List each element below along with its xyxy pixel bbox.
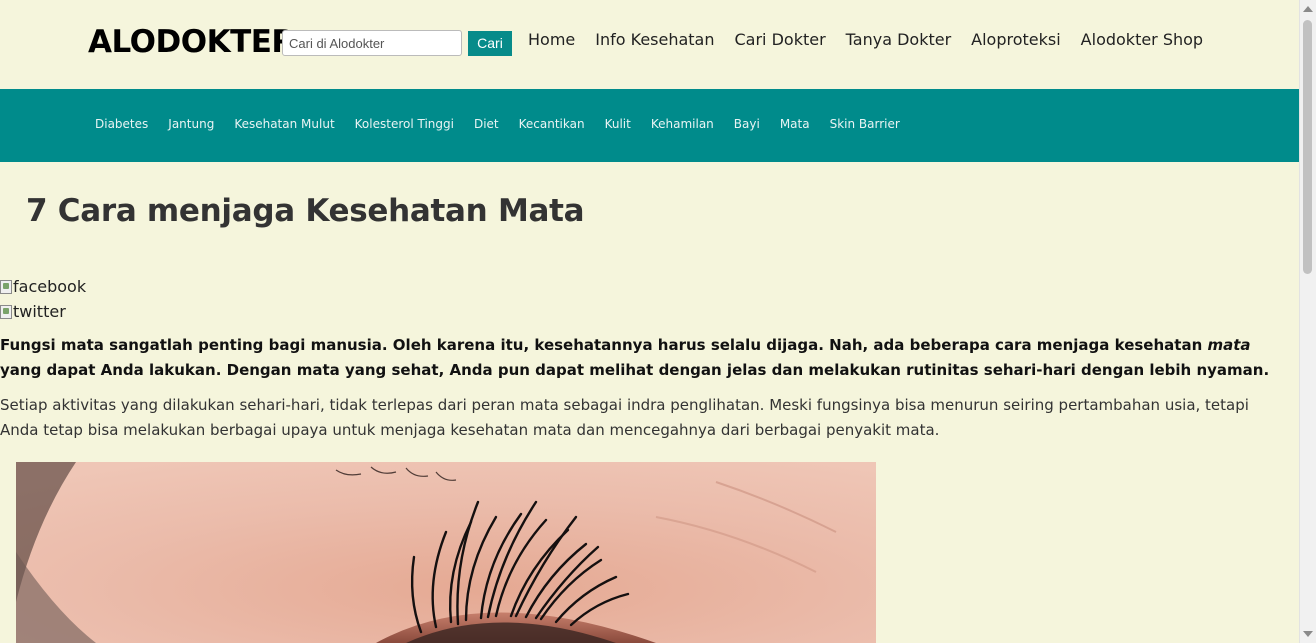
lead-text-end: yang dapat Anda lakukan. Dengan mata yan… [0,361,1270,379]
category-bar: Diabetes Jantung Kesehatan Mulut Koleste… [0,89,1299,162]
scroll-up-arrow-icon[interactable] [1303,6,1313,12]
main-nav: Home Info Kesehatan Cari Dokter Tanya Do… [518,28,1213,52]
category-kecantikan[interactable]: Kecantikan [509,115,595,133]
article-lead: Fungsi mata sangatlah penting bagi manus… [0,333,1285,383]
category-kesehatan-mulut[interactable]: Kesehatan Mulut [224,115,344,133]
category-skin-barrier[interactable]: Skin Barrier [820,115,910,133]
search-input[interactable] [282,30,462,56]
lead-text: Fungsi mata sangatlah penting bagi manus… [0,336,1208,354]
category-diabetes[interactable]: Diabetes [85,115,158,133]
site-logo[interactable]: ALODOKTER [88,24,295,60]
category-bayi[interactable]: Bayi [724,115,770,133]
share-twitter[interactable]: twitter [0,302,66,321]
eye-closeup-illustration [16,462,876,643]
article-title: 7 Cara menjaga Kesehatan Mata [26,193,585,229]
scrollbar-thumb[interactable] [1303,20,1312,274]
nav-tanya-dokter[interactable]: Tanya Dokter [846,28,952,52]
page-scrollbar[interactable] [1299,0,1316,643]
nav-info-kesehatan[interactable]: Info Kesehatan [595,28,714,52]
category-jantung[interactable]: Jantung [158,115,224,133]
broken-image-icon [0,279,12,294]
page: ALODOKTER Cari Home Info Kesehatan Cari … [0,0,1299,643]
lead-emphasis: mata [1207,336,1251,354]
article-hero-image [16,462,876,643]
category-diet[interactable]: Diet [464,115,509,133]
search-button[interactable]: Cari [468,31,512,56]
nav-home[interactable]: Home [528,28,575,52]
category-kolesterol-tinggi[interactable]: Kolesterol Tinggi [345,115,464,133]
facebook-alt-text: facebook [13,277,87,296]
category-mata[interactable]: Mata [770,115,820,133]
broken-image-icon [0,304,12,319]
share-facebook[interactable]: facebook [0,277,86,296]
nav-alodokter-shop[interactable]: Alodokter Shop [1081,28,1203,52]
category-kehamilan[interactable]: Kehamilan [641,115,724,133]
scroll-down-arrow-icon[interactable] [1303,631,1313,637]
nav-aloproteksi[interactable]: Aloproteksi [971,28,1061,52]
site-header: ALODOKTER Cari Home Info Kesehatan Cari … [0,0,1299,88]
article-paragraph: Setiap aktivitas yang dilakukan sehari-h… [0,396,1249,439]
category-kulit[interactable]: Kulit [595,115,641,133]
twitter-alt-text: twitter [13,302,66,321]
nav-cari-dokter[interactable]: Cari Dokter [735,28,826,52]
